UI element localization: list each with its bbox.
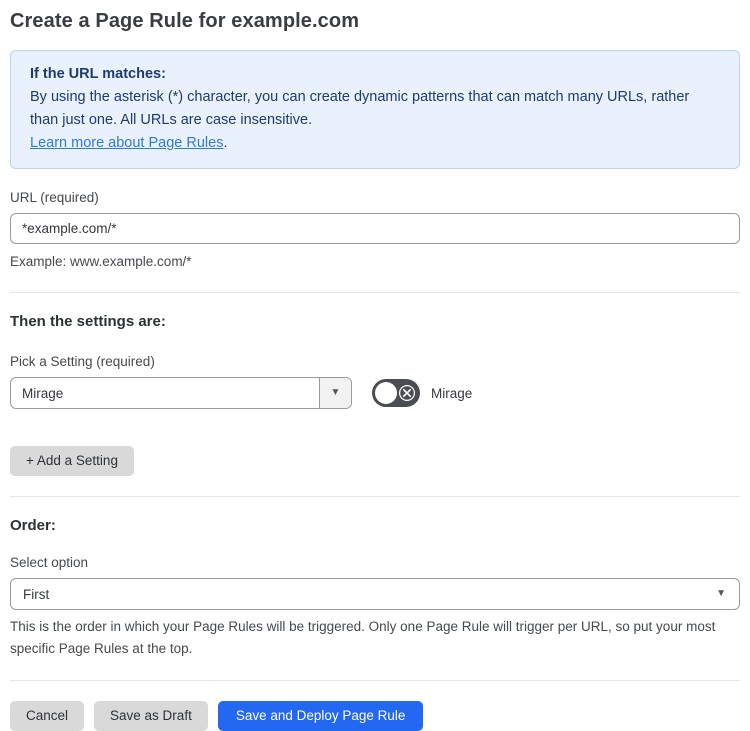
link-period: . (223, 135, 228, 151)
divider (10, 496, 740, 497)
info-box-body-text: By using the asterisk (*) character, you… (30, 89, 690, 128)
info-box-body: By using the asterisk (*) character, you… (30, 86, 720, 132)
mirage-toggle[interactable] (372, 379, 420, 407)
x-circle-icon (398, 384, 416, 402)
add-setting-button[interactable]: + Add a Setting (10, 446, 134, 476)
setting-select-caret-button[interactable]: ▼ (319, 378, 351, 408)
url-match-info-box: If the URL matches: By using the asteris… (10, 50, 740, 169)
url-input[interactable] (10, 213, 740, 244)
divider (10, 292, 740, 293)
setting-row: Mirage ▼ Mirage (10, 377, 740, 409)
footer-actions: Cancel Save as Draft Save and Deploy Pag… (10, 701, 740, 731)
toggle-setting-label: Mirage (431, 385, 473, 401)
save-and-deploy-button[interactable]: Save and Deploy Page Rule (217, 701, 424, 731)
create-page-rule-form: Create a Page Rule for example.com If th… (0, 0, 750, 731)
setting-select[interactable]: Mirage ▼ (10, 377, 352, 409)
url-example-text: Example: www.example.com/* (10, 254, 192, 269)
toggle-knob (375, 382, 397, 404)
caret-down-icon: ▼ (716, 588, 726, 599)
order-select-label: Select option (10, 555, 89, 570)
page-title: Create a Page Rule for example.com (10, 10, 360, 32)
caret-down-icon: ▼ (330, 387, 341, 398)
order-help-text: This is the order in which your Page Rul… (10, 619, 716, 656)
learn-more-link[interactable]: Learn more about Page Rules (30, 135, 223, 151)
settings-section-heading: Then the settings are: (10, 313, 166, 330)
setting-picker-label: Pick a Setting (required) (10, 354, 155, 369)
url-field-label: URL (required) (10, 190, 99, 205)
order-select-value: First (23, 586, 50, 602)
save-as-draft-button[interactable]: Save as Draft (94, 701, 208, 731)
cancel-button[interactable]: Cancel (10, 701, 85, 731)
setting-select-value: Mirage (22, 385, 64, 401)
info-box-link-line: Learn more about Page Rules. (30, 132, 720, 155)
order-section-heading: Order: (10, 517, 56, 534)
info-box-heading: If the URL matches: (30, 66, 166, 82)
order-select[interactable]: First ▼ (10, 578, 740, 610)
divider (10, 680, 740, 681)
